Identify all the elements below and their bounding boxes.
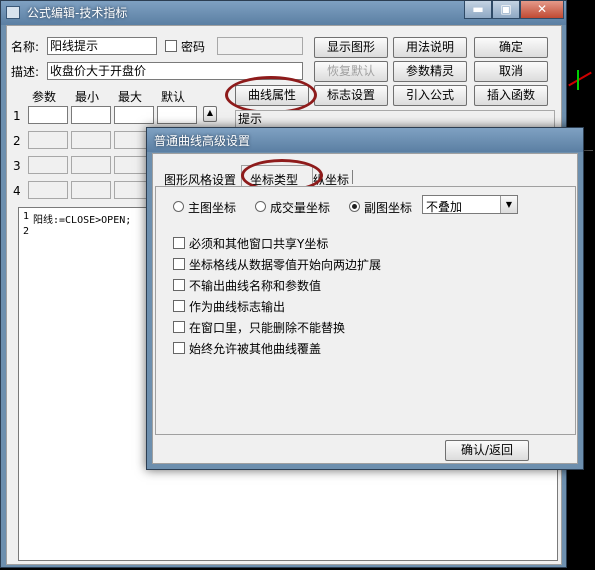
checkbox-label: 坐标格线从数据零值开始向两边扩展 [189,258,382,272]
restore-default-button[interactable]: 恢复默认 [314,61,388,82]
param-wizard-button[interactable]: 参数精灵 [393,61,467,82]
param-2-name-input[interactable] [28,131,68,149]
param-4-name-input[interactable] [28,181,68,199]
title-bar[interactable]: 公式编辑-技术指标 ▬ ▣ ✕ [1,1,566,25]
radio-volume-chart[interactable] [255,201,266,212]
checkbox-allow-overlay[interactable] [173,342,185,354]
checkbox-label: 必须和其他窗口共享Y坐标 [189,237,329,251]
overlay-select[interactable]: 不叠加 ▼ [422,195,518,214]
coordinate-type-panel: 主图坐标 成交量坐标 副图坐标 不叠加 ▼ 必须和其他窗口共享Y坐标 坐标格线从… [155,186,576,435]
radio-volume-chart-label: 成交量坐标 [270,201,331,215]
dialog-title: 普通曲线高级设置 [154,134,251,148]
checkbox-label: 始终允许被其他曲线覆盖 [189,342,322,356]
param-4-min-input[interactable] [71,181,111,199]
app-icon [6,6,20,19]
confirm-return-button[interactable]: 确认/返回 [445,440,529,461]
param-row-number: 2 [13,134,21,148]
dialog-client-area: 图形风格设置 坐标类型 纵坐标 主图坐标 成交量坐标 副图坐标 不叠加 ▼ 必须… [152,153,578,464]
name-input[interactable]: 阳线提示 [47,37,157,55]
param-row-number: 1 [13,109,21,123]
checkbox-share-y-axis[interactable] [173,237,185,249]
param-3-min-input[interactable] [71,156,111,174]
param-1-min-input[interactable] [71,106,111,124]
hint-label: 提示 [238,112,263,126]
description-label: 描述: [11,65,40,79]
checkbox-label: 不输出曲线名称和参数值 [189,279,322,293]
radio-main-chart[interactable] [173,201,184,212]
radio-sub-chart-label: 副图坐标 [364,201,413,215]
param-header-min: 最小 [75,90,100,104]
param-header-name: 参数 [32,90,57,104]
cancel-button[interactable]: 取消 [474,61,548,82]
import-formula-button[interactable]: 引入公式 [393,85,467,106]
param-header-default: 默认 [161,90,186,104]
ok-button[interactable]: 确定 [474,37,548,58]
dialog-title-bar[interactable]: 普通曲线高级设置 [147,128,583,152]
param-row-number: 4 [13,184,21,198]
password-label: 密码 [181,40,206,54]
param-3-name-input[interactable] [28,156,68,174]
window-title: 公式编辑-技术指标 [27,6,128,20]
highlight-ring [225,76,317,114]
marker-settings-button[interactable]: 标志设置 [314,85,388,106]
checkbox-hide-curve-name[interactable] [173,279,185,291]
param-scroll-up-button[interactable]: ▲ [203,106,217,122]
param-1-default-input[interactable] [157,106,197,124]
overlay-select-value: 不叠加 [426,200,463,214]
checkbox-label: 在窗口里，只能删除不能替换 [189,321,346,335]
watermark-brand: Bai 经验 [454,521,521,540]
password-input[interactable] [217,37,303,55]
password-checkbox[interactable] [165,40,177,52]
checkbox-delete-only[interactable] [173,321,185,333]
param-1-name-input[interactable] [28,106,68,124]
line-number: 1 [23,211,30,222]
minimize-button[interactable]: ▬ [464,1,492,19]
chart-line [577,70,579,90]
param-1-max-input[interactable] [114,106,154,124]
insert-function-button[interactable]: 插入函数 [474,85,548,106]
line-number: 2 [23,226,30,237]
param-row-number: 3 [13,159,21,173]
checkbox-output-as-marker[interactable] [173,300,185,312]
chart-line [568,71,592,87]
checkbox-grid-from-zero[interactable] [173,258,185,270]
usage-button[interactable]: 用法说明 [393,37,467,58]
code-line: 阳线:=CLOSE>OPEN; [33,215,132,226]
curve-advanced-settings-dialog: 普通曲线高级设置 图形风格设置 坐标类型 纵坐标 主图坐标 成交量坐标 副图坐标… [146,127,584,470]
tab-separator [352,170,353,184]
radio-sub-chart[interactable] [349,201,360,212]
close-button[interactable]: ✕ [520,1,564,19]
chevron-down-icon[interactable]: ▼ [500,196,517,213]
show-graph-button[interactable]: 显示图形 [314,37,388,58]
checkbox-label: 作为曲线标志输出 [189,300,286,314]
maximize-button[interactable]: ▣ [492,1,520,19]
param-header-max: 最大 [118,90,143,104]
name-label: 名称: [11,40,40,54]
watermark-url: jingyan.baidu.com [462,540,555,551]
param-2-min-input[interactable] [71,131,111,149]
radio-main-chart-label: 主图坐标 [188,201,237,215]
